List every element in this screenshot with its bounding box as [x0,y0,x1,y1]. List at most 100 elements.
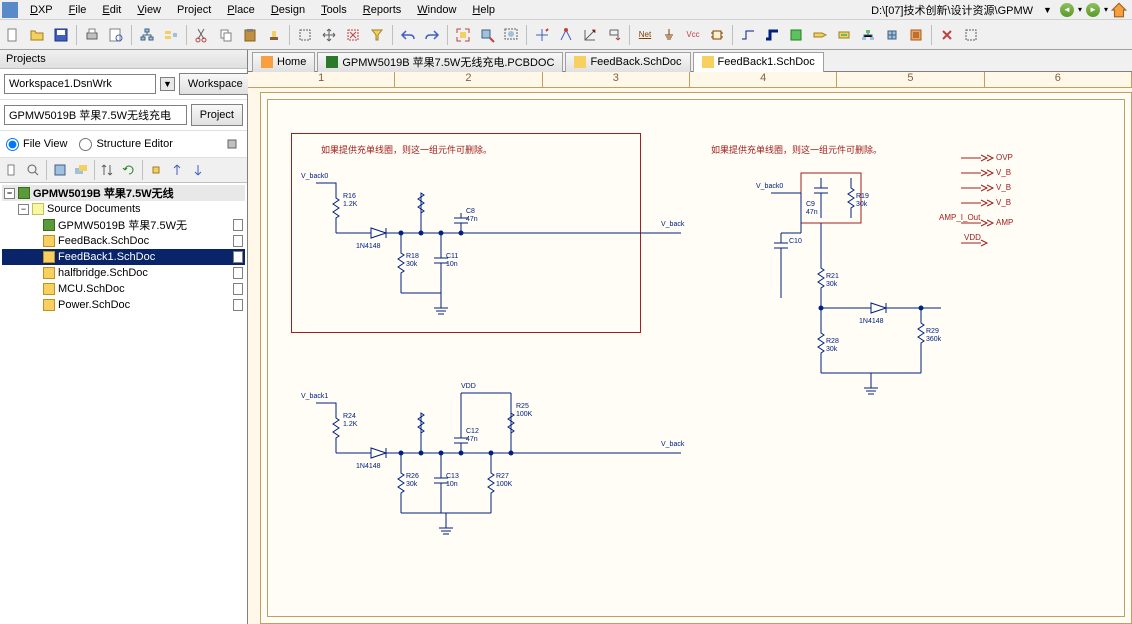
deselect-button[interactable] [342,24,364,46]
port-label: OVP [996,153,1013,162]
rubber-stamp-button[interactable] [263,24,285,46]
wire-button[interactable] [737,24,759,46]
workspace-input[interactable] [4,74,156,94]
structure-editor-radio[interactable]: Structure Editor [79,138,172,151]
mt-order-icon[interactable] [98,160,118,180]
tree-root[interactable]: − GPMW5019B 苹果7.5W无线 [2,185,245,201]
sheet-entry-button[interactable] [833,24,855,46]
mt-demote-icon[interactable] [188,160,208,180]
mt-refresh-icon[interactable] [119,160,139,180]
mt-locate-icon[interactable] [23,160,43,180]
pcb-icon [326,56,338,68]
print-button[interactable] [81,24,103,46]
ruler-mark: 1 [248,72,395,87]
nav-back-button[interactable]: ◄ [1058,1,1076,19]
mt-new-icon[interactable] [2,160,22,180]
project-button[interactable]: Project [191,104,243,126]
preview-button[interactable] [105,24,127,46]
tree-folder[interactable]: − Source Documents [2,201,245,217]
hierarchy-button[interactable] [136,24,158,46]
port-button[interactable] [809,24,831,46]
nav-home-button[interactable] [1110,1,1128,19]
menu-project[interactable]: Project [169,2,219,18]
nav-fwd-button[interactable]: ► [1084,1,1102,19]
zoom-area-button[interactable] [476,24,498,46]
place-text-button[interactable] [960,24,982,46]
cut-button[interactable] [191,24,213,46]
project-input[interactable] [4,105,187,125]
tree-item[interactable]: halfbridge.SchDoc [2,265,245,281]
menu-tools[interactable]: Tools [313,2,355,18]
undo-button[interactable] [397,24,419,46]
schematic-canvas[interactable]: 123456 如果提供充单线圈，则这一组元件可删除。 如果提供充单线圈，则这一组… [248,72,1132,624]
comp-label: 1N4148 [356,243,381,251]
collapse-icon[interactable]: − [4,188,15,199]
part-button[interactable] [706,24,728,46]
menu-place[interactable]: Place [219,2,263,18]
port-label: VDD [964,233,981,242]
editor-area: HomeGPMW5019B 苹果7.5W无线充电.PCBDOCFeedBack.… [248,50,1132,624]
gnd-button[interactable] [658,24,680,46]
project-tree[interactable]: − GPMW5019B 苹果7.5W无线 − Source Documents … [0,183,247,624]
document-tab[interactable]: GPMW5019B 苹果7.5W无线充电.PCBDOC [317,52,563,72]
sch-icon [574,56,586,68]
cross-probe-button[interactable] [531,24,553,46]
copy-button[interactable] [215,24,237,46]
menu-help[interactable]: Help [464,2,503,18]
panel-settings-icon[interactable] [223,135,241,153]
explorer-button[interactable] [579,24,601,46]
device-sheet-button[interactable] [905,24,927,46]
tree-item[interactable]: MCU.SchDoc [2,281,245,297]
file-view-radio[interactable]: File View [6,138,67,151]
comp-label: 1N4148 [356,463,381,471]
select-pcb-button[interactable] [555,24,577,46]
menu-reports[interactable]: Reports [355,2,410,18]
comp-label: C11 10n [446,253,458,268]
home-icon [261,56,273,68]
menu-view[interactable]: View [129,2,169,18]
mt-stack-icon[interactable] [71,160,91,180]
menu-window[interactable]: Window [409,2,464,18]
tree-button[interactable] [160,24,182,46]
tree-item[interactable]: GPMW5019B 苹果7.5W无 [2,217,245,233]
no-erc-button[interactable] [936,24,958,46]
zoom-fit-button[interactable] [452,24,474,46]
collapse-icon[interactable]: − [18,204,29,215]
tree-item[interactable]: Power.SchDoc [2,297,245,313]
move-button[interactable] [318,24,340,46]
comp-label: R18 30k [406,253,419,268]
new-button[interactable] [2,24,24,46]
workspace-button[interactable]: Workspace [179,73,252,95]
paste-button[interactable] [239,24,261,46]
menu-edit[interactable]: Edit [94,2,129,18]
redo-button[interactable] [421,24,443,46]
save-button[interactable] [50,24,72,46]
open-button[interactable] [26,24,48,46]
document-tab[interactable]: Home [252,52,315,72]
vcc-button[interactable]: Vcc [682,24,704,46]
document-tab[interactable]: FeedBack1.SchDoc [693,52,824,72]
zoom-select-button[interactable] [500,24,522,46]
projects-panel: Projects ▼ Workspace Project File View S… [0,50,248,624]
tree-item[interactable]: FeedBack1.SchDoc [2,249,245,265]
menu-design[interactable]: Design [263,2,313,18]
net-button[interactable]: Net [634,24,656,46]
signal-button[interactable] [881,24,903,46]
menu-dxp[interactable]: DXP [22,2,61,18]
net-label: V_back0 [756,183,783,191]
harness-button[interactable] [857,24,879,46]
tree-item[interactable]: FeedBack.SchDoc [2,233,245,249]
net-label: V_back1 [301,393,328,401]
menu-file[interactable]: File [61,2,95,18]
mt-promote-icon[interactable] [167,160,187,180]
sheet-button[interactable] [785,24,807,46]
file-path[interactable]: D:\[07]技术创新\设计资源\GPMW [865,2,1039,18]
document-tab[interactable]: FeedBack.SchDoc [565,52,690,72]
filter-button[interactable] [366,24,388,46]
mt-compile-icon[interactable] [50,160,70,180]
browser-button[interactable] [603,24,625,46]
workspace-dropdown-icon[interactable]: ▼ [160,77,175,91]
mt-expand-icon[interactable] [146,160,166,180]
select-area-button[interactable] [294,24,316,46]
bus-button[interactable] [761,24,783,46]
